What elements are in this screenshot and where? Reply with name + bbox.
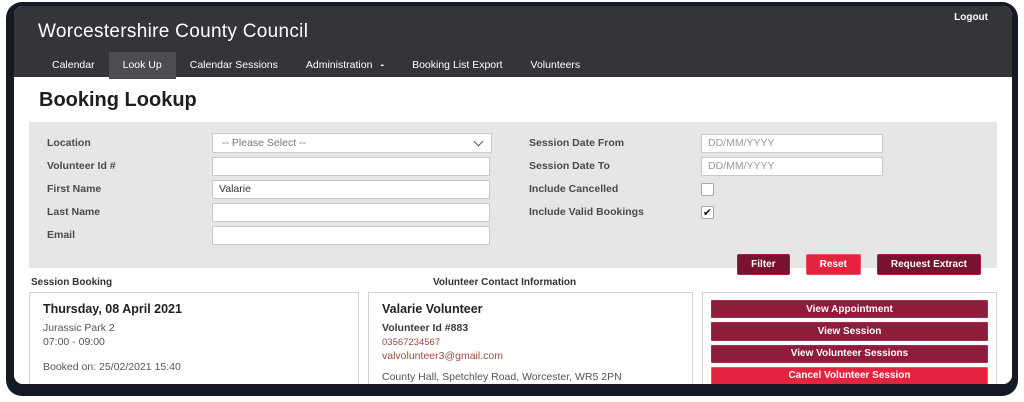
session-date-to-label: Session Date To — [529, 160, 610, 172]
session-actions-card: View Appointment View Session View Volun… — [702, 292, 997, 384]
page-title: Booking Lookup — [39, 89, 197, 111]
app-window: Logout Worcestershire County Council Cal… — [14, 6, 1012, 384]
chevron-down-icon — [473, 136, 484, 146]
volunteer-phone-link[interactable]: 03567234567 — [382, 336, 679, 349]
main-nav: Calendar Look Up Calendar Sessions Admin… — [38, 52, 1012, 79]
view-appointment-button[interactable]: View Appointment — [711, 300, 988, 319]
include-cancelled-label: Include Cancelled — [529, 183, 619, 195]
view-volunteer-sessions-button[interactable]: View Volunteer Sessions — [711, 344, 988, 363]
tab-calendar[interactable]: Calendar — [38, 52, 109, 79]
volunteer-name: Valarie Volunteer — [382, 302, 483, 316]
window-frame: Logout Worcestershire County Council Cal… — [6, 2, 1018, 396]
volunteer-address: County Hall, Spetchley Road, Worcester, … — [382, 370, 622, 383]
session-booking-header: Session Booking — [31, 277, 113, 288]
session-time: 07:00 - 09:00 — [43, 336, 105, 349]
session-date: Thursday, 08 April 2021 — [43, 302, 182, 316]
first-name-input[interactable] — [212, 179, 490, 199]
logout-link[interactable]: Logout — [954, 12, 988, 23]
tab-look-up[interactable]: Look Up — [108, 52, 176, 79]
include-valid-bookings-label: Include Valid Bookings — [529, 206, 644, 218]
include-valid-bookings-checkbox[interactable]: ✔ — [701, 205, 714, 219]
app-title: Worcestershire County Council — [38, 21, 309, 42]
volunteer-email-link[interactable]: valvolunteer3@gmail.com — [382, 349, 679, 364]
session-date-to-input[interactable] — [701, 156, 883, 176]
last-name-input[interactable] — [212, 202, 490, 222]
include-cancelled-checkbox[interactable] — [701, 182, 714, 196]
email-input[interactable] — [212, 225, 490, 245]
filter-panel: Location -- Please Select -- Volunteer I… — [29, 122, 997, 275]
last-name-label: Last Name — [47, 206, 101, 218]
volunteer-contact-header: Volunteer Contact Information — [433, 277, 577, 288]
session-booking-card: Thursday, 08 April 2021 Jurassic Park 2 … — [29, 292, 359, 384]
email-label: Email — [47, 229, 76, 241]
view-session-button[interactable]: View Session — [711, 322, 988, 341]
request-extract-button[interactable]: Request Extract — [876, 254, 981, 275]
tab-administration-label: Administration — [305, 59, 373, 71]
tab-administration[interactable]: Administration - — [292, 52, 398, 79]
app-header: Logout Worcestershire County Council Cal… — [14, 6, 1012, 79]
dropdown-indicator-icon: - — [380, 59, 385, 71]
first-name-label: First Name — [47, 183, 102, 195]
page-content: Booking Lookup Location -- Please Select… — [14, 77, 1012, 384]
cancel-volunteer-session-button[interactable]: Cancel Volunteer Session — [711, 366, 988, 384]
location-select[interactable]: -- Please Select -- — [212, 133, 492, 153]
session-date-from-label: Session Date From — [529, 137, 625, 149]
volunteer-id-label: Volunteer Id # — [47, 160, 116, 172]
tab-booking-list-export[interactable]: Booking List Export — [398, 52, 516, 79]
session-booked-on: Booked on: 25/02/2021 15:40 — [43, 361, 181, 374]
tab-calendar-sessions[interactable]: Calendar Sessions — [176, 52, 292, 79]
location-selected-value: -- Please Select -- — [222, 137, 307, 149]
tab-volunteers[interactable]: Volunteers — [517, 52, 595, 79]
session-date-from-input[interactable] — [701, 133, 883, 153]
volunteer-contact-card: Valarie Volunteer Volunteer Id #883 0356… — [368, 292, 693, 384]
volunteer-id: Volunteer Id #883 — [382, 322, 469, 334]
reset-button[interactable]: Reset — [805, 254, 861, 275]
filter-button[interactable]: Filter — [737, 254, 790, 275]
location-label: Location — [47, 137, 91, 149]
volunteer-id-input[interactable] — [212, 156, 490, 176]
session-location: Jurassic Park 2 — [43, 322, 115, 334]
